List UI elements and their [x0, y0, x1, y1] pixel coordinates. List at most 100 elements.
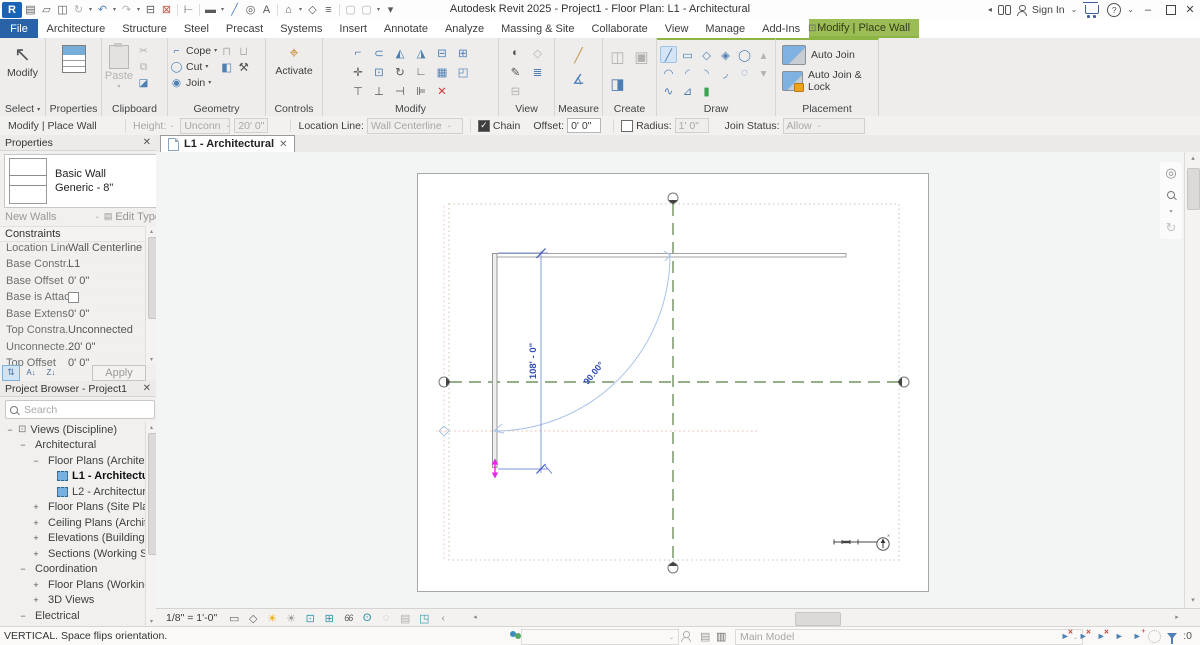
store-cart-icon[interactable] — [1085, 5, 1099, 14]
apply-button[interactable]: Apply — [92, 365, 146, 381]
create-assembly-icon[interactable]: ◨ — [607, 71, 629, 97]
sun-path-icon[interactable]: ☀ — [264, 611, 280, 626]
tree-electrical[interactable]: −Electrical — [0, 608, 145, 624]
tab-massing-site[interactable]: Massing & Site — [493, 19, 583, 38]
location-line-select[interactable]: Wall Centerline⌄ — [367, 118, 463, 134]
panel-caption-properties[interactable]: Properties — [46, 102, 101, 116]
tab-precast[interactable]: Precast — [217, 19, 271, 38]
show-crop-region-icon[interactable]: ⊞ — [321, 611, 337, 626]
offset-field[interactable]: 0' 0" — [567, 118, 601, 133]
elevation-marker-west[interactable] — [439, 377, 451, 387]
undo-dropdown-icon[interactable]: ▾ — [111, 2, 118, 17]
sync-dropdown-icon[interactable]: ▾ — [87, 2, 94, 17]
tree-architectural[interactable]: −Architectural — [0, 438, 145, 454]
sort-by-group-button[interactable]: ⇅ — [2, 365, 20, 381]
property-row[interactable]: Top Constra...Unconnected — [0, 323, 145, 340]
radius-field[interactable]: 1' 0" — [675, 118, 709, 133]
mirror-pick-axis-tool[interactable]: ◭ — [391, 44, 410, 62]
switch-windows-icon[interactable]: ▢ — [343, 2, 358, 17]
design-options-icon[interactable]: ▤ — [700, 630, 710, 643]
paste-button[interactable]: Paste ▾ — [104, 41, 134, 90]
activate-dimensions-button[interactable]: ⌖ Activate — [268, 41, 320, 77]
measure-between-refs-icon[interactable]: ╱ — [568, 45, 590, 65]
temporary-view-properties-icon[interactable]: ▤ — [397, 611, 413, 626]
collapse-chevron-icon[interactable]: ◂ — [988, 5, 992, 14]
properties-close-icon[interactable]: ✕ — [143, 137, 151, 148]
mirror-draw-axis-tool[interactable]: ◮ — [412, 44, 431, 62]
draw-arc-start-end-radius[interactable]: ◠ — [660, 64, 677, 81]
help-dropdown-icon[interactable]: ⌄ — [1127, 5, 1134, 14]
match-type-icon[interactable]: ◪ — [136, 76, 151, 90]
draw-scroll-down[interactable]: ▾ — [755, 64, 772, 81]
type-selector[interactable]: Basic Wall Generic - 8" — [4, 154, 160, 208]
properties-toggle-icon[interactable]: ▤ — [23, 2, 38, 17]
split-with-gap-tool[interactable]: ⊞ — [454, 44, 473, 62]
property-row[interactable]: Base is Attac... — [0, 290, 145, 307]
rewind-icon[interactable]: ↻ — [1162, 219, 1180, 237]
select-elements-by-face-toggle[interactable]: ► — [1112, 630, 1126, 643]
sync-with-central-icon[interactable]: ↻ — [71, 2, 86, 17]
trim-extend-multiple-tool[interactable]: ⊫ — [412, 82, 431, 100]
select-pinned-elements-toggle[interactable]: ►✕ — [1094, 630, 1108, 643]
visual-style-icon[interactable]: ◇ — [245, 611, 261, 626]
draw-spline[interactable]: ∿ — [660, 82, 677, 99]
draw-polygon-inscribed[interactable]: ◇ — [698, 46, 715, 63]
zoom-tool-icon[interactable] — [1162, 186, 1180, 204]
redo-dropdown-icon[interactable]: ▾ — [135, 2, 142, 17]
floor-plan-graphics[interactable]: 108' - 0" 90.00° × — [418, 174, 928, 591]
cope-button[interactable]: ⌐Cope▾ — [170, 43, 217, 58]
tab-systems[interactable]: Systems — [272, 19, 331, 38]
trim-extend-single-tool[interactable]: ⊣ — [391, 82, 410, 100]
open-icon[interactable]: ▱ — [39, 2, 54, 17]
paint-icon[interactable]: ◧ — [219, 60, 234, 74]
create-group-icon[interactable]: ▣ — [631, 44, 653, 70]
split-element-tool[interactable]: ⊟ — [433, 44, 452, 62]
displace-elements-icon[interactable]: ◳ — [416, 611, 432, 626]
tab-insert[interactable]: Insert — [331, 19, 376, 38]
search-input[interactable] — [22, 403, 126, 417]
ribbon-display-toggle[interactable]: ⊡ ▾ — [800, 19, 830, 38]
view-dropdown-icon[interactable]: ▾ — [297, 2, 304, 17]
aligned-dimension-icon[interactable]: ∡ — [568, 69, 590, 89]
undo-icon[interactable]: ↶ — [95, 2, 110, 17]
detail-level-icon[interactable]: ▭ — [226, 611, 242, 626]
property-row[interactable]: Location LineWall Centerline — [0, 240, 145, 257]
aligned-dimension-icon[interactable]: ⊢ — [181, 2, 196, 17]
height-value-field[interactable]: 20' 0" — [234, 118, 268, 133]
zoom-dropdown-icon[interactable]: ▾ — [1169, 208, 1172, 215]
wall-sweep-icon[interactable]: ⊔ — [236, 44, 251, 58]
wall-dropdown-icon[interactable]: ▾ — [219, 2, 226, 17]
sign-in-dropdown-icon[interactable]: ⌄ — [1071, 5, 1078, 14]
beam-cope-icon[interactable]: ⊓ — [219, 44, 234, 58]
override-graphics-icon[interactable]: ◐ — [506, 44, 526, 62]
scope-caret-icon[interactable]: ⌄ — [95, 213, 100, 220]
tab-file[interactable]: File — [0, 19, 38, 38]
display-order-icon[interactable]: ≣ — [528, 63, 548, 81]
active-workset-select[interactable]: ⌄ — [521, 629, 679, 645]
cutaway-icon[interactable]: ⊟ — [506, 82, 526, 100]
draw-polygon-circumscribed[interactable]: ◈ — [717, 46, 734, 63]
shadows-icon[interactable]: ☀ — [283, 611, 299, 626]
unpin-tool[interactable]: ⊥ — [370, 82, 389, 100]
modify-button[interactable]: ↖ Modify — [2, 41, 43, 79]
tree-floor-plans-site[interactable]: +Floor Plans (Site Plan) — [0, 500, 145, 516]
properties-palette-header[interactable]: Properties ✕ — [0, 135, 156, 151]
sign-in-button[interactable]: Sign In — [1032, 4, 1065, 16]
auto-join-button[interactable]: Auto Join — [778, 42, 855, 68]
draw-arc-fillet[interactable]: ◞ — [717, 64, 734, 81]
copy-tool[interactable]: ⊡ — [370, 63, 389, 81]
draw-pick-lines[interactable]: ⊿ — [679, 82, 696, 99]
property-row[interactable]: Base Extensi...0' 0" — [0, 306, 145, 323]
instance-scope-select[interactable]: New Walls — [5, 211, 57, 223]
wall-tool-icon[interactable]: ▬ — [203, 2, 218, 17]
trim-extend-corner-tool[interactable]: ∟ — [412, 63, 431, 81]
pin-tool[interactable]: ⊤ — [349, 82, 368, 100]
tab-steel[interactable]: Steel — [175, 19, 217, 38]
view-scale-button[interactable]: 1/8" = 1'-0" — [166, 612, 217, 624]
property-row[interactable]: Unconnecte...20' 0" — [0, 339, 145, 356]
demolish-hammer-icon[interactable]: ⚒ — [236, 60, 251, 74]
cut-to-clipboard-icon[interactable]: ✂ — [136, 44, 151, 58]
thin-lines-icon[interactable]: ≡ — [321, 2, 336, 17]
offset-tool[interactable]: ⊂ — [370, 44, 389, 62]
tree-3d-views[interactable]: +3D Views — [0, 593, 145, 609]
